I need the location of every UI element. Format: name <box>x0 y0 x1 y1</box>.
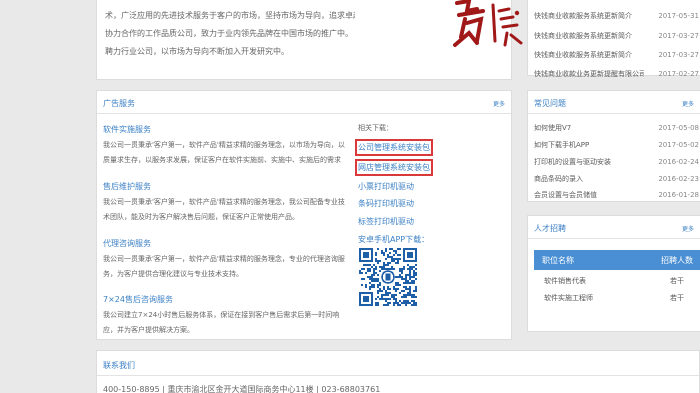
faq-title: 常见问题 <box>534 99 566 108</box>
news-title[interactable]: 快钱商业收款服务系统更新简介 <box>534 31 632 41</box>
col-count-header: 招聘人数 <box>661 255 693 265</box>
news-row[interactable]: 快钱商业收款服务系统更新简介 2017-05-31 <box>534 9 699 22</box>
about-line-3: 聘力行业公司，以市场为导向不断加入开发研究中。 <box>105 47 289 56</box>
contact-address: 400-150-8895 | 重庆市渝北区金开大道国际商务中心11楼 | 023… <box>103 385 381 393</box>
faq-more-link[interactable]: 更多 <box>682 99 694 108</box>
download-link-shop-system[interactable]: 网店管理系统安装包 <box>355 159 433 176</box>
about-text: 术，广泛应用的先进技术服务于客户的市场，坚持市场为导向，追求卓越 协力合作的工作… <box>105 7 355 61</box>
faq-date: 2017-05-08 <box>658 123 699 132</box>
news-row[interactable]: 快钱商业收款服务系统更新简介 2017-03-27 <box>534 29 699 42</box>
news-date: 2017-02-27 <box>658 69 699 78</box>
recruit-panel: 人才招聘 更多 职位名称 招聘人数 软件销售代表 若干 软件实施工程师 若干 <box>527 215 700 332</box>
divider <box>528 238 700 239</box>
faq-date: 2017-05-02 <box>658 140 699 149</box>
faq-row[interactable]: 如何使用V7 2017-05-08 <box>534 121 699 134</box>
faq-date: 2016-02-23 <box>658 174 699 183</box>
news-date: 2017-05-31 <box>658 11 699 20</box>
service-heading: 售后维护服务 <box>103 182 151 191</box>
divider <box>97 113 511 114</box>
recruit-row[interactable]: 软件销售代表 若干 <box>534 274 700 288</box>
recruit-table-header: 职位名称 招聘人数 <box>534 250 700 270</box>
news-date: 2017-03-27 <box>658 50 699 59</box>
position-count: 若干 <box>670 294 684 302</box>
faq-row[interactable]: 会员设置与会员储值 2016-01-28 <box>534 188 699 201</box>
faq-row[interactable]: 打印机的设置与驱动安装 2016-02-24 <box>534 155 699 168</box>
service-heading: 代理咨询服务 <box>103 239 151 248</box>
service-description: 我公司建立7×24小时售后服务体系，保证在接到客户售后需求后第一时间响应，并为客… <box>103 311 340 334</box>
news-row[interactable]: 快钱商业收款业务更新提醒有限公司 2017-02-27 <box>534 67 699 80</box>
download-link-receipt-printer[interactable]: 小票打印机驱动 <box>358 181 414 192</box>
service-title: 广告服务 <box>103 99 135 108</box>
faq-title-link[interactable]: 打印机的设置与驱动安装 <box>534 157 611 167</box>
news-row[interactable]: 快钱商业收款服务系统更新简介 2017-03-27 <box>534 48 699 61</box>
about-line-2: 协力合作的工作品质公司，致力于业内领先品牌在中国市场的推广中。 <box>105 29 353 38</box>
faq-row[interactable]: 如何下载手机APP 2017-05-02 <box>534 138 699 151</box>
about-panel: 术，广泛应用的先进技术服务于客户的市场，坚持市场为导向，追求卓越 协力合作的工作… <box>96 0 523 80</box>
download-link-barcode-printer[interactable]: 条码打印机驱动 <box>358 198 414 209</box>
faq-title-link[interactable]: 商品条码的录入 <box>534 174 583 184</box>
contact-title: 联系我们 <box>103 361 135 370</box>
service-heading: 软件实施服务 <box>103 125 151 134</box>
position-name[interactable]: 软件销售代表 <box>544 276 650 286</box>
service-description: 我公司一贯秉承'客户第一，软件产品'精益求精的服务理念，我公司配备专业技术团队，… <box>103 198 345 221</box>
download-link-android-app[interactable]: 安卓手机APP下载： <box>358 234 429 245</box>
faq-panel: 常见问题 更多 如何使用V7 2017-05-08 如何下载手机APP 2017… <box>527 90 700 202</box>
service-more-link[interactable]: 更多 <box>493 99 505 108</box>
divider <box>97 375 699 376</box>
calligraphy-dream-image <box>453 0 523 47</box>
service-panel: 广告服务 更多 软件实施服务 我公司一贯秉承'客户第一，软件产品'精益求精的服务… <box>96 90 512 340</box>
col-position-header: 职位名称 <box>542 255 574 265</box>
news-date: 2017-03-27 <box>658 31 699 40</box>
news-top-panel: 快钱商业收款服务系统更新简介 2017-05-31 快钱商业收款服务系统更新简介… <box>527 0 700 78</box>
about-line-1: 术，广泛应用的先进技术服务于客户的市场，坚持市场为导向，追求卓越 <box>105 11 355 20</box>
service-description: 我公司一贯秉承'客户第一，软件产品'精益求精的服务理念，以市场为导向，以质量求生… <box>103 141 345 164</box>
news-title[interactable]: 快钱商业收款服务系统更新简介 <box>534 11 632 21</box>
faq-date: 2016-02-24 <box>658 157 699 166</box>
recruit-more-link[interactable]: 更多 <box>682 224 694 233</box>
position-count: 若干 <box>670 277 684 285</box>
faq-row[interactable]: 商品条码的录入 2016-02-23 <box>534 172 699 185</box>
download-link-label-printer[interactable]: 标签打印机驱动 <box>358 216 414 227</box>
recruit-title: 人才招聘 <box>534 224 566 233</box>
divider <box>528 113 700 114</box>
faq-title-link[interactable]: 会员设置与会员储值 <box>534 190 597 200</box>
contact-panel: 联系我们 400-150-8895 | 重庆市渝北区金开大道国际商务中心11楼 … <box>96 350 700 393</box>
download-link-company-system[interactable]: 公司管理系统安装包 <box>355 139 433 156</box>
news-title[interactable]: 快钱商业收款业务更新提醒有限公司 <box>534 69 644 79</box>
faq-date: 2016-01-28 <box>658 190 699 199</box>
recruit-row[interactable]: 软件实施工程师 若干 <box>534 291 700 305</box>
service-description: 我公司一贯秉承'客户第一，软件产品'精益求精的服务理念，专业的代理咨询服务，为客… <box>103 255 345 278</box>
faq-title-link[interactable]: 如何使用V7 <box>534 123 571 133</box>
service-heading: 7×24售后咨询服务 <box>103 295 173 304</box>
app-qr-code-image <box>359 248 417 306</box>
position-name[interactable]: 软件实施工程师 <box>544 293 650 303</box>
downloads-label: 相关下载： <box>358 124 393 132</box>
news-title[interactable]: 快钱商业收款服务系统更新简介 <box>534 50 632 60</box>
faq-title-link[interactable]: 如何下载手机APP <box>534 140 589 150</box>
